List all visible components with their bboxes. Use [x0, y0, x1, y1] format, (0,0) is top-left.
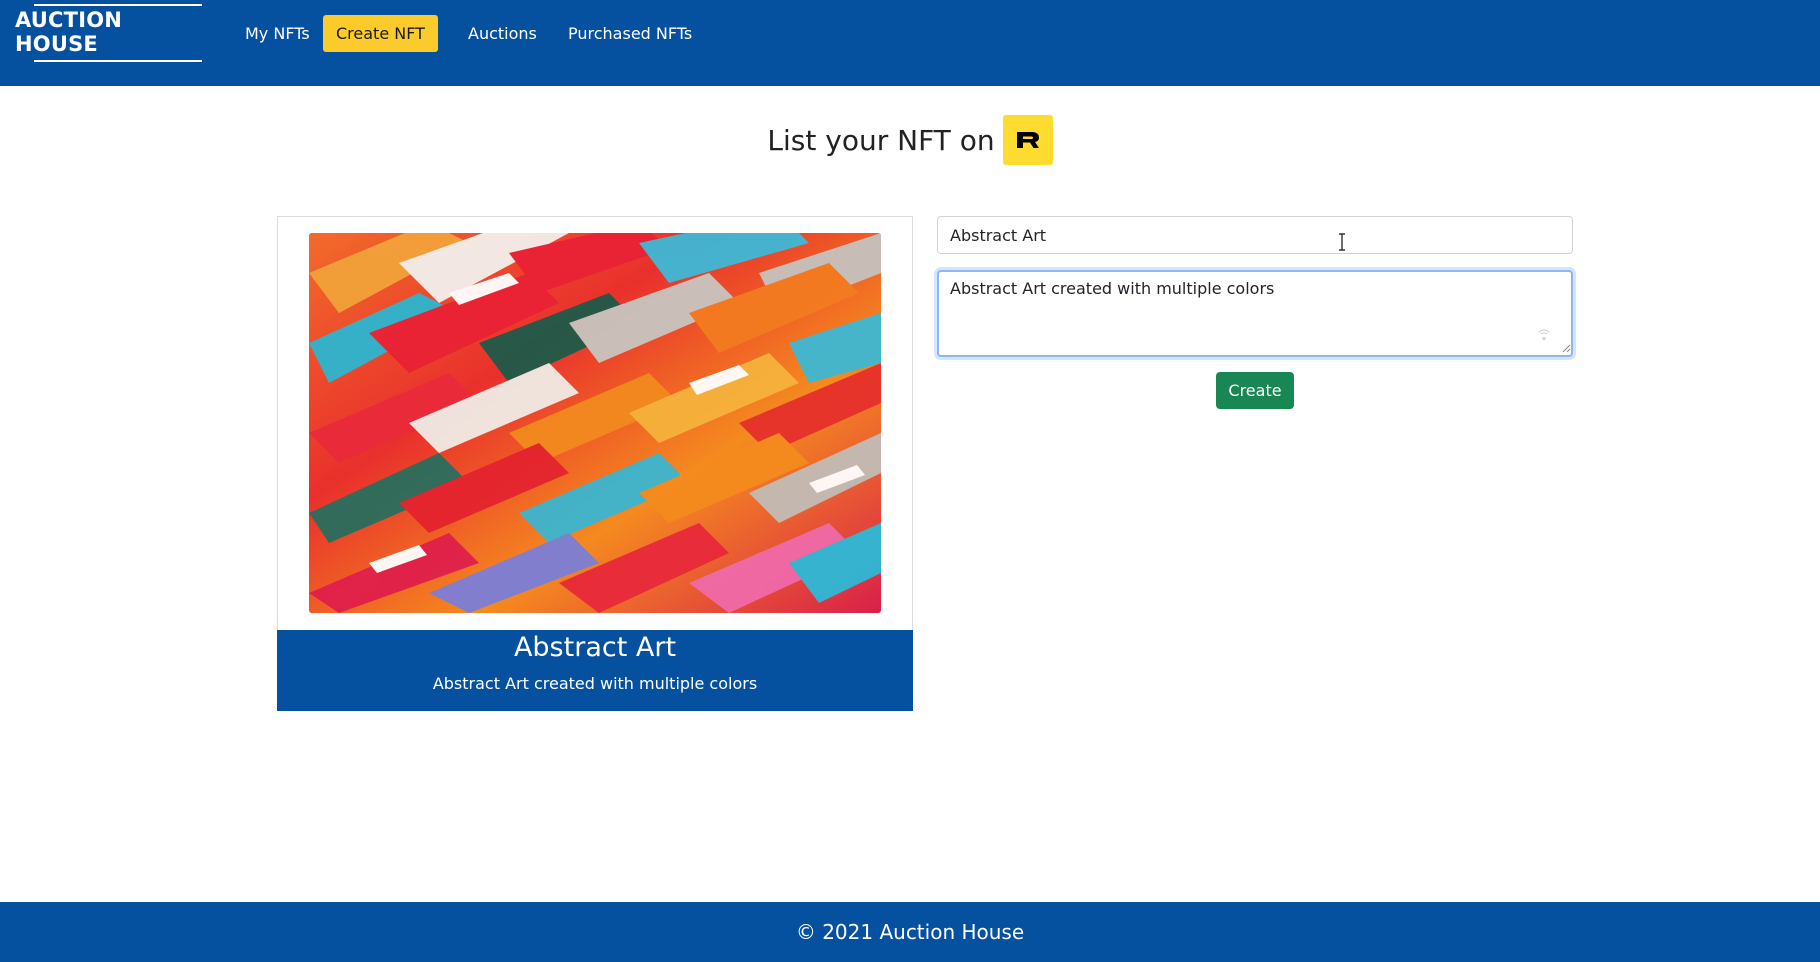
nav-link-create-nft[interactable]: Create NFT — [323, 15, 438, 52]
nft-description-textarea[interactable]: Abstract Art created with multiple color… — [937, 270, 1573, 357]
brand-logo[interactable]: AUCTION HOUSE — [15, 3, 212, 61]
brand-bottom-rule — [34, 60, 202, 62]
nft-preview-title: Abstract Art — [513, 632, 677, 663]
nft-name-input[interactable] — [937, 216, 1573, 254]
nav-link-auctions[interactable]: Auctions — [468, 15, 537, 52]
rarible-logo-icon — [1002, 115, 1053, 165]
navbar: AUCTION HOUSE My NFTs Create NFT Auction… — [0, 0, 1820, 86]
create-button[interactable]: Create — [1216, 372, 1294, 409]
extension-icon — [1538, 329, 1550, 341]
nft-preview-description: Abstract Art created with multiple color… — [432, 674, 758, 693]
nav-link-my-nfts[interactable]: My NFTs — [245, 15, 310, 52]
nav-link-purchased-nfts[interactable]: Purchased NFTs — [568, 15, 692, 52]
text-cursor-icon — [1339, 233, 1345, 251]
page-title-text: List your NFT on — [767, 123, 995, 157]
nft-preview-image — [309, 233, 881, 613]
nft-preview-card: Abstract Art Abstract Art created with m… — [277, 216, 913, 711]
nft-preview-caption: Abstract Art Abstract Art created with m… — [277, 630, 913, 711]
resize-handle-icon[interactable] — [1561, 343, 1571, 353]
page-title: List your NFT on — [0, 115, 1820, 165]
footer: © 2021 Auction House — [0, 902, 1820, 962]
footer-copyright: © 2021 Auction House — [795, 920, 1025, 944]
